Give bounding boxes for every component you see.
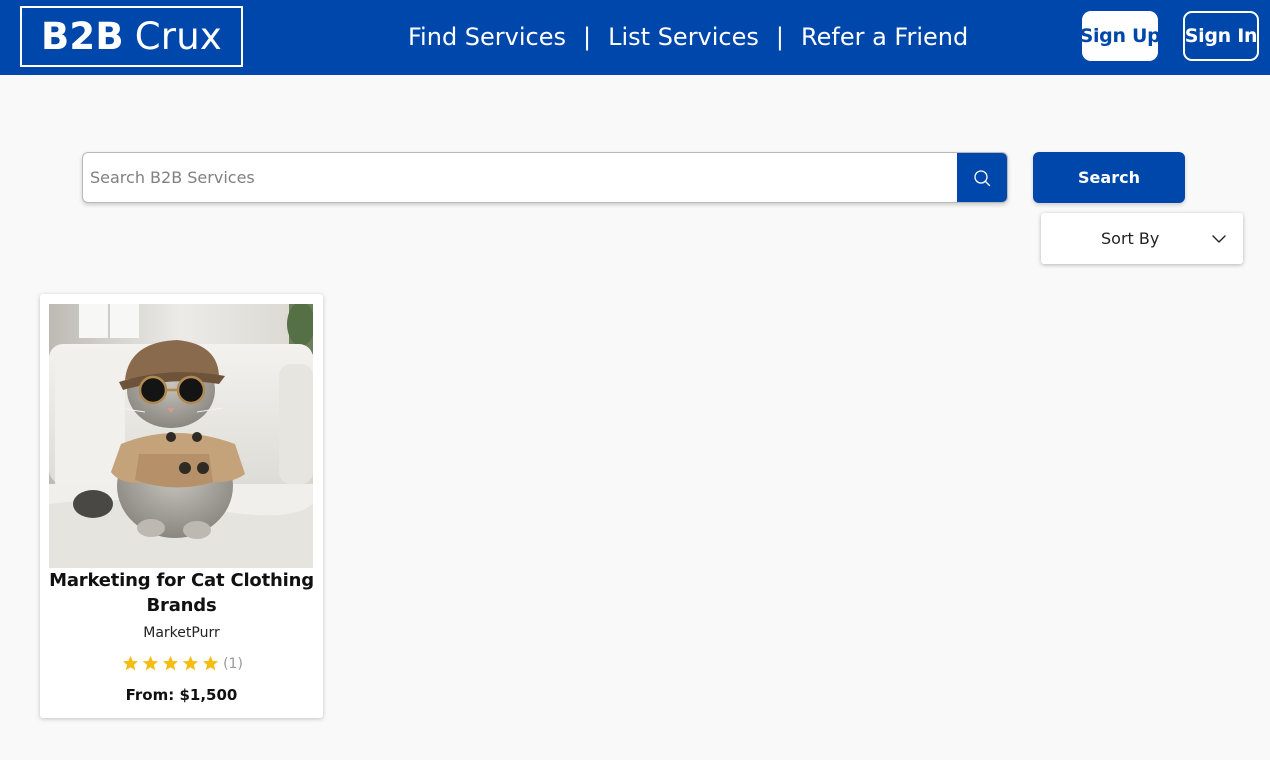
service-rating: (1) — [40, 655, 323, 672]
service-vendor[interactable]: MarketPurr — [40, 625, 323, 641]
search-icon-button[interactable] — [957, 153, 1007, 202]
nav-separator: | — [583, 23, 592, 51]
search-input[interactable] — [83, 153, 958, 202]
sort-by-label: Sort By — [1101, 229, 1160, 248]
chevron-down-icon — [1212, 235, 1226, 243]
logo-text-light: Crux — [134, 15, 222, 58]
cat-photo-illustration — [49, 304, 313, 568]
search-bar — [82, 152, 1008, 203]
star-icon — [142, 655, 158, 671]
sign-up-button[interactable]: Sign Up — [1080, 11, 1161, 61]
star-icon — [202, 655, 218, 671]
nav-separator: | — [775, 23, 784, 51]
star-icon — [162, 655, 178, 671]
star-icon — [122, 655, 138, 671]
service-price: From: $1,500 — [125, 686, 238, 704]
search-icon — [974, 169, 991, 186]
service-image[interactable] — [49, 304, 313, 568]
search-button[interactable]: Search — [1033, 152, 1185, 203]
star-icon — [182, 655, 198, 671]
logo-text-bold: B2B — [41, 15, 124, 58]
nav-refer-a-friend[interactable]: Refer a Friend — [801, 23, 968, 51]
nav-find-services[interactable]: Find Services — [408, 23, 566, 51]
brand-logo[interactable]: B2B Crux — [20, 6, 243, 67]
sort-by-dropdown[interactable]: Sort By — [1041, 213, 1243, 264]
service-card[interactable]: Marketing for Cat Clothing Brands Market… — [40, 294, 323, 718]
rating-count: (1) — [223, 655, 243, 672]
sign-in-button[interactable]: Sign In — [1183, 11, 1259, 61]
top-navbar: B2B Crux Find Services | List Services | … — [0, 0, 1270, 75]
main-nav: Find Services | List Services | Refer a … — [408, 18, 968, 56]
nav-list-services[interactable]: List Services — [608, 23, 759, 51]
service-title[interactable]: Marketing for Cat Clothing Brands — [46, 568, 317, 618]
